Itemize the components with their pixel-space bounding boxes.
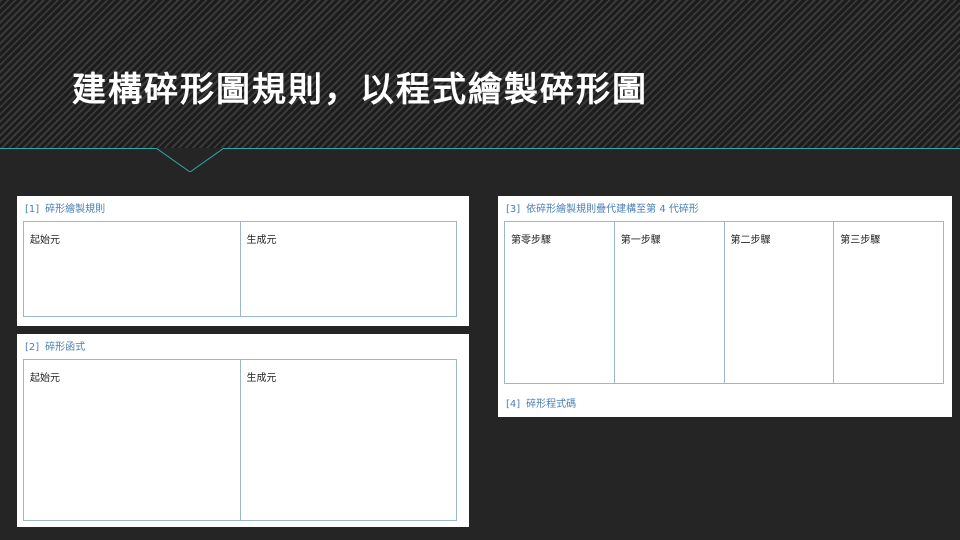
panel-title-text: 碎形繪製規則 [45,204,106,215]
panel-title-text: 碎形程式碼 [526,399,577,410]
table-cell-initiator[interactable]: 起始元 [24,360,241,520]
panel-title-code: [4] 碎形程式碼 [506,395,576,410]
panel-title: [1] 碎形繪製規則 [25,200,105,215]
table-cell-step-3[interactable]: 第三步驟 [834,222,943,383]
panel-number: [2] [25,342,40,353]
cell-label: 起始元 [30,373,60,384]
iteration-table: 第零步驟 第一步驟 第二步驟 第三步驟 [504,221,944,384]
table-cell-initiator[interactable]: 起始元 [24,222,241,316]
slide-header: 建構碎形圖規則，以程式繪製碎形圖 [0,0,960,149]
panel-title: [2] 碎形函式 [25,338,85,353]
panel-title: [3] 依碎形繪製規則疊代建構至第 4 代碎形 [506,200,699,215]
slide-title: 建構碎形圖規則，以程式繪製碎形圖 [72,70,648,110]
cell-label: 起始元 [30,235,60,246]
panel-title-text: 依碎形繪製規則疊代建構至第 4 代碎形 [526,204,699,215]
cell-label: 第一步驟 [620,235,661,246]
panel-fractal-function: [2] 碎形函式 起始元 生成元 [17,334,469,527]
cell-label: 第二步驟 [730,235,771,246]
panel-fractal-rules: [1] 碎形繪製規則 起始元 生成元 [17,196,469,326]
table-cell-step-0[interactable]: 第零步驟 [505,222,615,383]
cell-label: 第三步驟 [840,235,881,246]
header-pointer-notch [156,148,224,172]
function-table: 起始元 生成元 [23,359,457,521]
panel-number: [1] [25,204,40,215]
panel-iteration: [3] 依碎形繪製規則疊代建構至第 4 代碎形 第零步驟 第一步驟 第二步驟 第三… [498,196,952,417]
table-cell-step-1[interactable]: 第一步驟 [615,222,725,383]
table-cell-generator[interactable]: 生成元 [241,360,457,520]
panel-number: [3] [506,204,521,215]
cell-label: 第零步驟 [511,235,551,246]
cell-label: 生成元 [246,373,277,384]
rules-table: 起始元 生成元 [23,221,457,317]
panel-number: [4] [506,399,521,410]
cell-label: 生成元 [246,235,277,246]
table-cell-generator[interactable]: 生成元 [241,222,457,316]
panel-title-text: 碎形函式 [45,342,86,353]
table-cell-step-2[interactable]: 第二步驟 [725,222,835,383]
